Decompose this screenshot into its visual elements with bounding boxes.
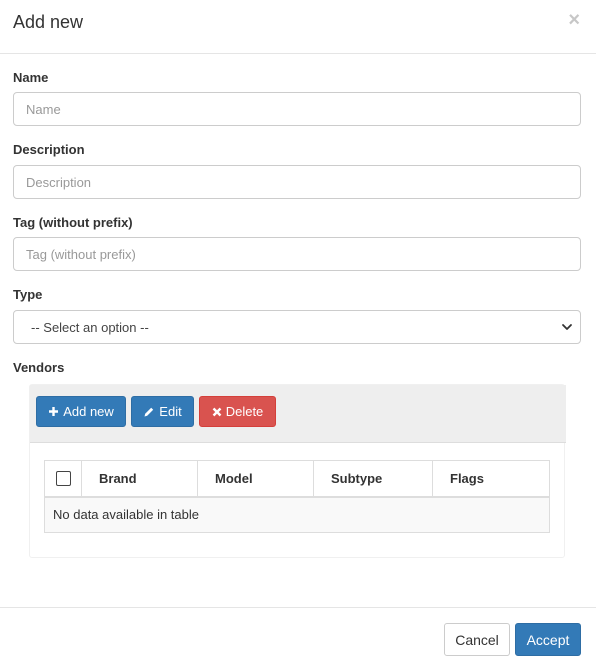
x-icon [212, 407, 222, 416]
accept-button[interactable]: Accept [515, 623, 581, 656]
type-select[interactable]: -- Select an option -- [13, 310, 581, 344]
modal-title: Add new [13, 12, 84, 32]
vendors-toolbar: Add new Edit Delete [30, 385, 566, 443]
add-vendor-button[interactable]: Add new [36, 396, 126, 427]
add-vendor-label: Add new [63, 404, 114, 419]
modal-header: Add new × [0, 0, 596, 54]
vendors-panel: Add new Edit Delete Brand Model Subtype … [29, 384, 566, 558]
column-header-flags[interactable]: Flags [432, 460, 550, 498]
column-header-subtype[interactable]: Subtype [313, 460, 433, 498]
edit-vendor-label: Edit [159, 404, 182, 419]
cancel-button[interactable]: Cancel [444, 623, 510, 656]
edit-vendor-button[interactable]: Edit [131, 396, 194, 427]
vendors-table: Brand Model Subtype Flags No data availa… [44, 460, 550, 533]
select-all-header [44, 460, 82, 498]
delete-vendor-label: Delete [225, 404, 264, 419]
description-label: Description [13, 142, 85, 157]
chevron-down-icon [562, 324, 572, 330]
tag-label: Tag (without prefix) [13, 215, 133, 230]
delete-vendor-button[interactable]: Delete [199, 396, 276, 427]
column-header-model[interactable]: Model [197, 460, 314, 498]
table-header-row: Brand Model Subtype Flags [44, 460, 550, 498]
name-input[interactable] [13, 92, 581, 126]
column-header-brand[interactable]: Brand [81, 460, 198, 498]
type-select-value: -- Select an option -- [31, 320, 149, 335]
tag-input[interactable] [13, 237, 581, 271]
pencil-icon [144, 407, 154, 416]
modal-footer: Cancel Accept [0, 607, 596, 668]
description-input[interactable] [13, 165, 581, 199]
type-label: Type [13, 287, 43, 302]
close-icon[interactable]: × [568, 10, 580, 30]
table-row: No data available in table [44, 496, 550, 533]
vendors-label: Vendors [13, 360, 65, 375]
vendors-table-wrapper: Brand Model Subtype Flags No data availa… [44, 460, 550, 534]
empty-table-message: No data available in table [44, 496, 550, 533]
add-new-modal: Add new × Name Description Tag (without … [0, 0, 596, 668]
name-label: Name [13, 70, 49, 85]
select-all-checkbox[interactable] [55, 471, 71, 487]
plus-icon [49, 407, 59, 416]
